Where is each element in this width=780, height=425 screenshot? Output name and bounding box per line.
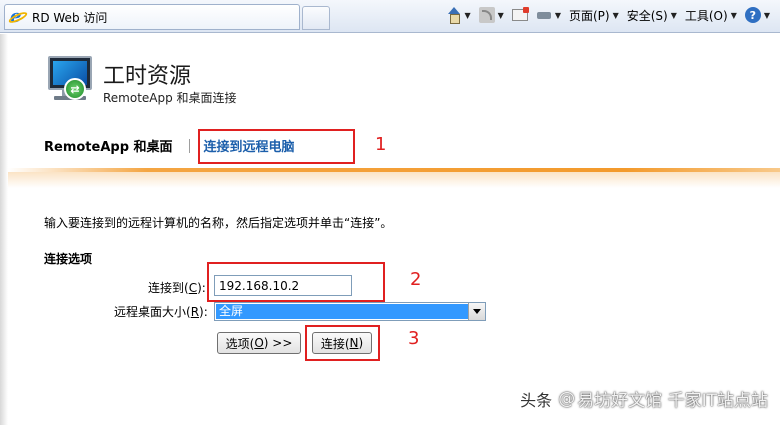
chevron-down-icon[interactable]: ▼ <box>465 11 471 20</box>
nav-remoteapp-link[interactable]: RemoteApp 和桌面 <box>44 136 173 155</box>
chevron-down-icon[interactable]: ▼ <box>555 11 561 20</box>
annotation-number-2: 2 <box>410 269 422 290</box>
browser-toolbar: e RD Web 访问 ▼ ▼ ▼ 页面(P) ▼ 安全(S) ▼ 工具(O) <box>0 0 780 33</box>
page-title: 工时资源 <box>103 64 192 89</box>
chevron-down-icon: ▼ <box>612 10 619 20</box>
safety-menu[interactable]: 安全(S) ▼ <box>623 4 681 26</box>
ie-logo-icon: e <box>7 6 29 27</box>
mail-button[interactable] <box>508 4 532 26</box>
page-subtitle: RemoteApp 和桌面连接 <box>103 91 237 105</box>
browser-tab[interactable]: e RD Web 访问 <box>4 4 300 30</box>
help-button[interactable]: ? ▼ <box>741 4 774 26</box>
help-icon: ? <box>744 7 761 23</box>
browser-tab-title: RD Web 访问 <box>32 10 108 25</box>
remote-connection-icon: ⇄ <box>64 78 86 100</box>
desktop-size-select[interactable]: 全屏 <box>214 302 486 321</box>
nav-divider <box>188 138 190 153</box>
page-left-edge <box>0 34 8 425</box>
tools-menu-label: 工具(O) <box>684 8 728 23</box>
desktop-size-label: 远程桌面大小(R): <box>114 305 208 319</box>
watermark: 头条 @ 易坊好文馆 千家IT站点站 <box>520 386 768 412</box>
command-bar: ▼ ▼ ▼ 页面(P) ▼ 安全(S) ▼ 工具(O) ▼ ? ▼ <box>442 4 775 26</box>
annotation-box-2 <box>207 262 385 302</box>
print-button[interactable]: ▼ <box>532 4 565 26</box>
tools-menu[interactable]: 工具(O) ▼ <box>681 4 741 26</box>
remoteapp-logo-icon: ⇄ <box>44 56 96 104</box>
watermark-text: 易坊好文馆 千家IT站点站 <box>577 391 768 411</box>
connect-to-label: 连接到(C): <box>148 281 206 295</box>
page-menu[interactable]: 页面(P) ▼ <box>565 4 623 26</box>
home-button[interactable]: ▼ <box>442 4 475 26</box>
mail-icon <box>511 7 529 21</box>
watermark-prefix: 头条 <box>520 390 553 410</box>
options-button[interactable]: 选项(O) >> <box>217 332 301 354</box>
dropdown-arrow-icon[interactable] <box>468 303 485 320</box>
safety-menu-label: 安全(S) <box>626 8 668 23</box>
header-divider-glow <box>8 172 780 188</box>
new-tab-button[interactable] <box>302 6 330 30</box>
annotation-number-1: 1 <box>375 134 387 155</box>
connection-options-heading: 连接选项 <box>44 252 93 266</box>
chevron-down-icon[interactable]: ▼ <box>764 11 770 20</box>
annotation-box-3 <box>305 325 380 361</box>
home-icon <box>446 7 462 24</box>
chevron-down-icon: ▼ <box>670 10 677 20</box>
printer-icon <box>536 7 552 23</box>
chevron-down-icon: ▼ <box>730 10 737 20</box>
annotation-box-1 <box>198 129 355 164</box>
instructions-text: 输入要连接到的远程计算机的名称，然后指定选项并单击“连接”。 <box>44 216 393 230</box>
feed-icon <box>478 7 495 23</box>
feeds-button[interactable]: ▼ <box>475 4 508 26</box>
chevron-down-icon[interactable]: ▼ <box>498 11 504 20</box>
desktop-size-selected-value: 全屏 <box>216 304 469 319</box>
page-menu-label: 页面(P) <box>568 8 610 23</box>
annotation-number-3: 3 <box>408 328 420 349</box>
watermark-at: @ <box>558 388 576 409</box>
